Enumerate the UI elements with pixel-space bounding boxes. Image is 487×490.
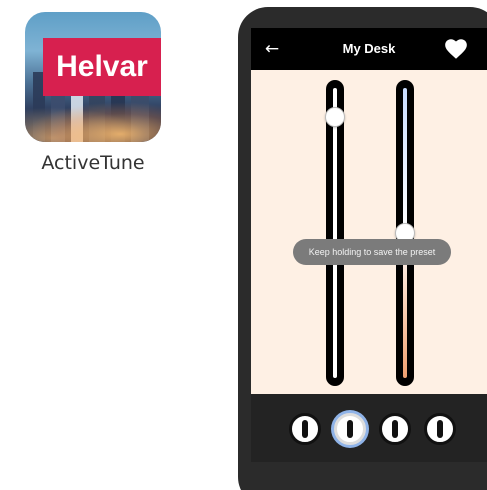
preset-button-3[interactable]: [379, 413, 411, 445]
preset-bar: [251, 394, 487, 462]
brightness-slider-knob[interactable]: [325, 106, 345, 127]
heart-icon[interactable]: [443, 36, 469, 62]
app-name-label: ActiveTune: [41, 152, 145, 174]
preset-2-icon: [347, 420, 353, 438]
preset-4-icon: [437, 420, 443, 438]
app-icon[interactable]: Helvar: [25, 12, 161, 142]
page-title: My Desk: [342, 41, 396, 56]
city-lights-glow: [25, 102, 161, 142]
top-app-bar: ← My Desk: [251, 28, 487, 70]
preset-1-icon: [302, 420, 308, 438]
preset-button-1[interactable]: [289, 413, 321, 445]
preset-3-icon: [392, 420, 398, 438]
save-preset-toast: Keep holding to save the preset: [293, 239, 451, 265]
helvar-logo: Helvar: [43, 38, 161, 96]
preset-button-2[interactable]: [334, 413, 366, 445]
preset-button-4[interactable]: [424, 413, 456, 445]
brightness-slider-fill: [333, 88, 337, 378]
back-arrow-icon[interactable]: ←: [261, 36, 283, 62]
phone-screen: ← My Desk Keep holding to save the prese…: [251, 28, 487, 462]
